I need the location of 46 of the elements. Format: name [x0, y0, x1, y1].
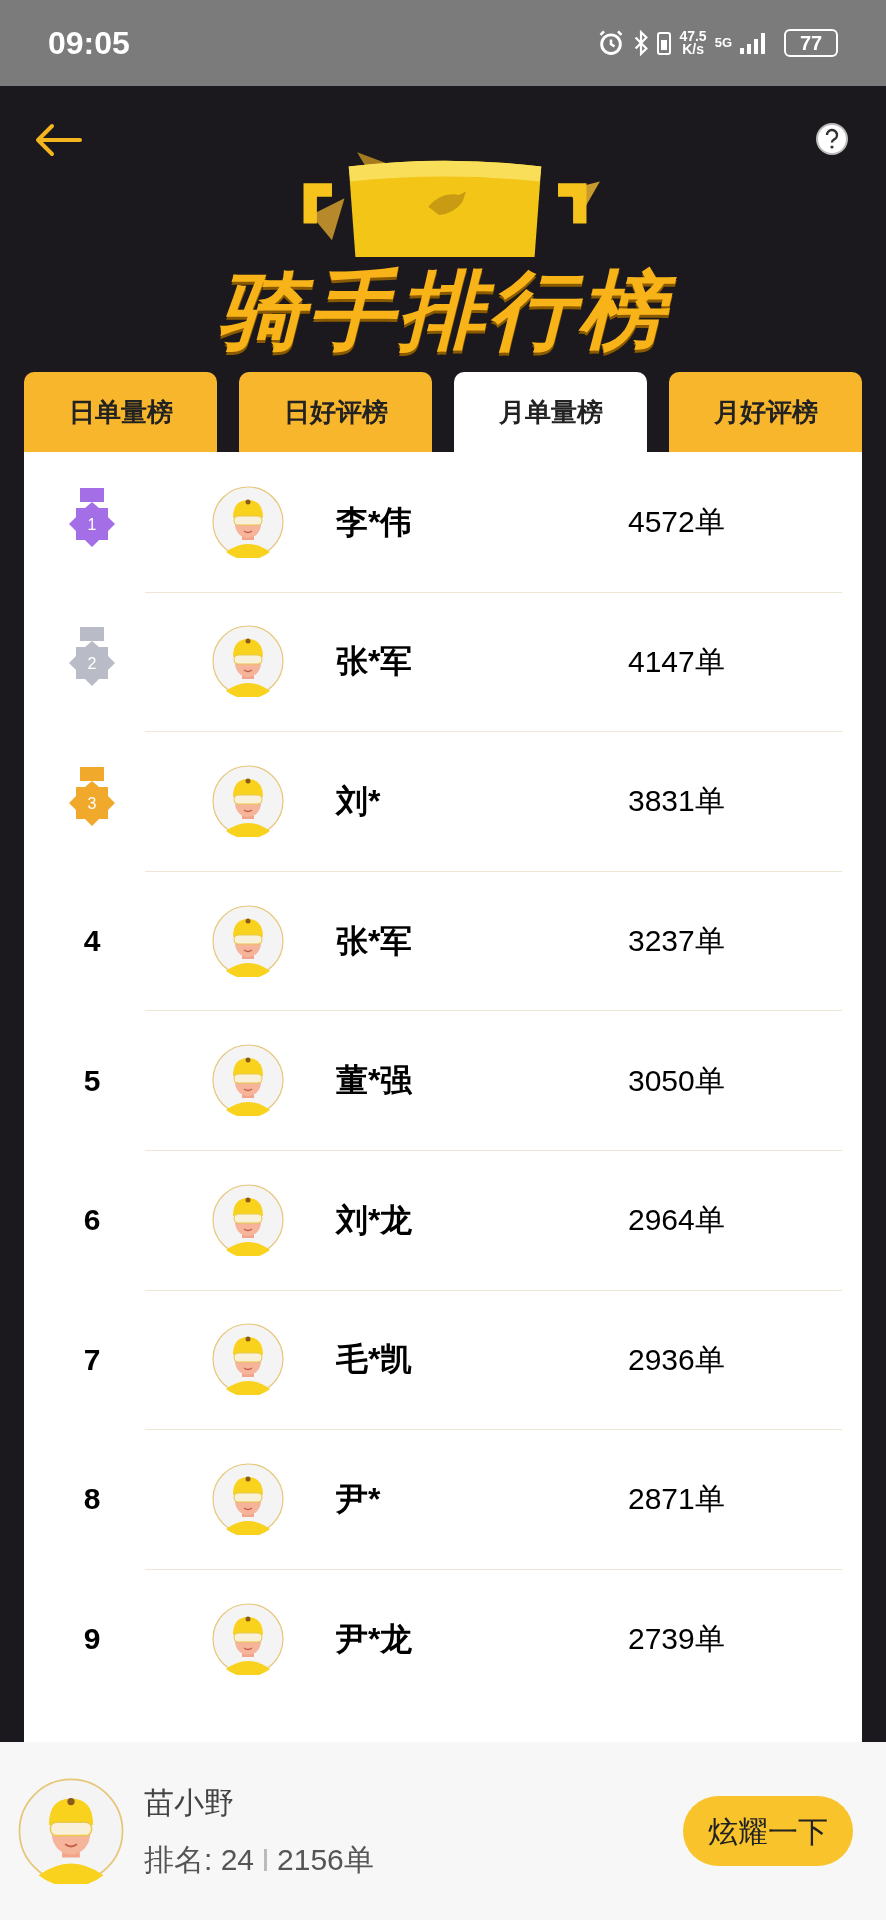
my-orders: 2156单: [277, 1842, 374, 1878]
rider-name: 刘*: [336, 782, 382, 821]
rider-avatar: [212, 765, 284, 837]
order-count: 2936单: [628, 1341, 725, 1378]
rank-number: 9: [83, 1621, 101, 1658]
rank-number: 7: [83, 1341, 101, 1378]
rider-name: 毛*凯: [336, 1340, 414, 1380]
rank-number: 5: [83, 1062, 101, 1099]
battery-indicator: 77: [784, 29, 838, 57]
phone-icon: [657, 30, 672, 56]
rider-name: 李*伟: [336, 502, 414, 542]
order-count: 3050单: [628, 1062, 725, 1099]
ranking-tab[interactable]: 日好评榜: [239, 372, 432, 452]
order-count: 2739单: [628, 1621, 725, 1658]
ranking-tab[interactable]: 月好评榜: [669, 372, 862, 452]
rider-name: 刘*龙: [336, 1200, 414, 1240]
order-count: 4572单: [628, 504, 725, 541]
order-count: 3237单: [628, 923, 725, 960]
order-count: 2871单: [628, 1481, 725, 1518]
network-label: 5G: [714, 34, 732, 52]
ranking-tab[interactable]: 月单量榜: [454, 372, 647, 452]
rider-name: 尹*: [336, 1479, 382, 1519]
show-off-button[interactable]: 炫耀一下: [683, 1796, 853, 1866]
ranking-tab[interactable]: 日单量榜: [24, 372, 217, 452]
speed-value: 47.5: [679, 30, 707, 43]
order-count: 4147单: [628, 643, 725, 680]
my-rank: 排名: 24: [144, 1842, 255, 1878]
rank-number: 8: [83, 1481, 101, 1518]
my-name: 苗小野: [144, 1785, 235, 1821]
back-arrow-icon[interactable]: [34, 123, 82, 157]
rider-name: 尹*龙: [336, 1619, 414, 1659]
medal-rank: 2: [86, 654, 98, 675]
order-count: 2964单: [628, 1202, 725, 1239]
speed-unit: K/s: [682, 43, 704, 56]
order-count: 3831单: [628, 783, 725, 820]
rider-name: 董*强: [336, 1061, 414, 1101]
status-time: 09:05: [48, 24, 130, 63]
rider-name: 张*军: [336, 921, 414, 961]
medal-rank: 3: [86, 794, 98, 814]
rank-number: 4: [83, 923, 101, 960]
medal-rank: 1: [86, 514, 98, 535]
help-icon[interactable]: [815, 122, 849, 156]
rider-name: 张*军: [336, 642, 414, 682]
bluetooth-icon: [633, 30, 650, 56]
leaderboard-title: 骑手排行榜: [0, 262, 886, 358]
rank-number: 6: [83, 1202, 101, 1239]
